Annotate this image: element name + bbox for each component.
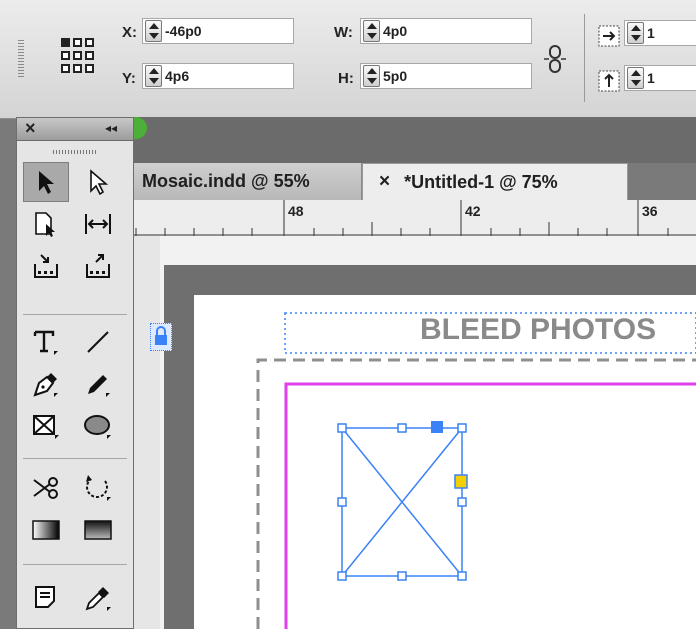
x-label: X: xyxy=(122,24,137,41)
h-field[interactable]: 5p0 xyxy=(360,63,532,89)
gap-tool[interactable] xyxy=(75,204,121,244)
scissors-tool[interactable] xyxy=(23,468,69,508)
anchored-object-marker[interactable] xyxy=(150,323,172,351)
free-transform-icon xyxy=(86,475,111,501)
pencil-tool[interactable] xyxy=(75,364,121,404)
rectangle-frame-tool[interactable] xyxy=(23,406,69,446)
horizontal-ruler[interactable]: 48 42 36 xyxy=(134,200,696,237)
w-field[interactable]: 4p0 xyxy=(360,18,532,44)
ruler-label: 42 xyxy=(465,203,481,219)
y-field[interactable]: 4p6 xyxy=(142,63,294,89)
x-stepper[interactable] xyxy=(145,20,162,42)
w-label: W: xyxy=(334,24,353,41)
gradient-feather-tool[interactable] xyxy=(75,510,121,550)
pen-tool-icon xyxy=(33,373,58,397)
page-tool-icon xyxy=(35,212,55,237)
h-stepper[interactable] xyxy=(363,65,380,87)
gradient-feather-icon xyxy=(84,520,112,540)
content-placer-tool[interactable] xyxy=(75,246,121,286)
scale-x-icon xyxy=(598,25,620,47)
tools-grip[interactable] xyxy=(53,150,97,154)
eyedropper-icon xyxy=(85,587,111,611)
line-tool[interactable] xyxy=(75,322,121,362)
tab-mosaic[interactable]: Mosaic.indd @ 55% xyxy=(134,163,362,200)
scale-y-icon xyxy=(598,70,620,92)
panel-collapse-icon[interactable]: ◂◂ xyxy=(105,121,117,135)
tab-untitled[interactable]: × *Untitled-1 @ 75% xyxy=(362,163,628,200)
tools-divider xyxy=(23,314,127,315)
y-label: Y: xyxy=(122,70,136,87)
panel-separator xyxy=(584,14,585,102)
ruler-ticks xyxy=(134,200,696,236)
scale-y-stepper[interactable] xyxy=(627,67,644,89)
tab-mosaic-label: Mosaic.indd @ 55% xyxy=(142,171,310,191)
eyedropper-tool[interactable] xyxy=(75,578,121,618)
selected-rectangle-frame[interactable] xyxy=(334,420,474,585)
panel-close-icon[interactable]: × xyxy=(25,118,36,139)
tab-untitled-label: *Untitled-1 @ 75% xyxy=(404,171,558,192)
scale-y-value[interactable]: 1 xyxy=(647,70,655,86)
line-tool-icon xyxy=(87,331,109,353)
bleed-text: BLEED PHOTOS xyxy=(420,313,657,346)
lock-icon xyxy=(155,326,167,345)
reference-point-icon[interactable] xyxy=(60,36,96,76)
scissors-icon xyxy=(33,477,58,499)
ellipse-tool[interactable] xyxy=(75,406,121,446)
direct-selection-icon xyxy=(90,169,109,195)
pen-tool[interactable] xyxy=(23,364,69,404)
w-stepper[interactable] xyxy=(363,20,380,42)
scale-x-value[interactable]: 1 xyxy=(647,25,655,41)
ellipse-tool-icon xyxy=(84,415,111,439)
tools-panel-header[interactable]: × ◂◂ xyxy=(17,118,133,141)
w-value[interactable]: 4p0 xyxy=(383,23,407,39)
document-window-bar xyxy=(134,117,696,163)
type-tool-icon xyxy=(33,330,58,355)
constrain-proportions-icon[interactable] xyxy=(543,44,567,74)
control-panel: X: -46p0 Y: 4p6 W: 4p0 H: 5p0 1 1 xyxy=(0,0,696,119)
tools-divider xyxy=(23,458,127,459)
rectangle-frame-icon xyxy=(33,415,59,439)
x-field[interactable]: -46p0 xyxy=(142,18,294,44)
vertical-ruler[interactable] xyxy=(134,236,160,629)
page-tool[interactable] xyxy=(23,204,69,244)
selection-tool[interactable] xyxy=(23,162,69,202)
tools-divider xyxy=(23,564,127,565)
scale-y-field[interactable]: 1 xyxy=(624,65,696,91)
scale-x-stepper[interactable] xyxy=(627,22,644,44)
gap-tool-icon xyxy=(85,214,111,234)
bleed-text-frame[interactable]: BLEED PHOTOS xyxy=(290,312,696,352)
content-placer-icon xyxy=(86,254,110,278)
tab-close-icon[interactable]: × xyxy=(379,171,390,193)
y-stepper[interactable] xyxy=(145,65,162,87)
y-value[interactable]: 4p6 xyxy=(165,68,189,84)
pencil-tool-icon xyxy=(88,375,110,397)
free-transform-tool[interactable] xyxy=(75,468,121,508)
content-collector-tool[interactable] xyxy=(23,246,69,286)
ruler-label: 36 xyxy=(642,203,658,219)
direct-selection-tool[interactable] xyxy=(75,162,121,202)
gradient-swatch-tool[interactable] xyxy=(23,510,69,550)
note-tool-icon xyxy=(35,586,55,608)
gradient-swatch-icon xyxy=(32,520,60,540)
ruler-label: 48 xyxy=(288,203,304,219)
h-value[interactable]: 5p0 xyxy=(383,68,407,84)
note-tool[interactable] xyxy=(23,578,69,618)
type-tool[interactable] xyxy=(23,322,69,362)
selection-arrow-icon xyxy=(39,171,54,194)
h-label: H: xyxy=(338,70,354,87)
tools-panel: × ◂◂ xyxy=(16,117,134,629)
content-collector-icon xyxy=(34,254,58,278)
scale-x-field[interactable]: 1 xyxy=(624,20,696,46)
panel-grip[interactable] xyxy=(18,40,24,78)
x-value[interactable]: -46p0 xyxy=(165,23,202,39)
